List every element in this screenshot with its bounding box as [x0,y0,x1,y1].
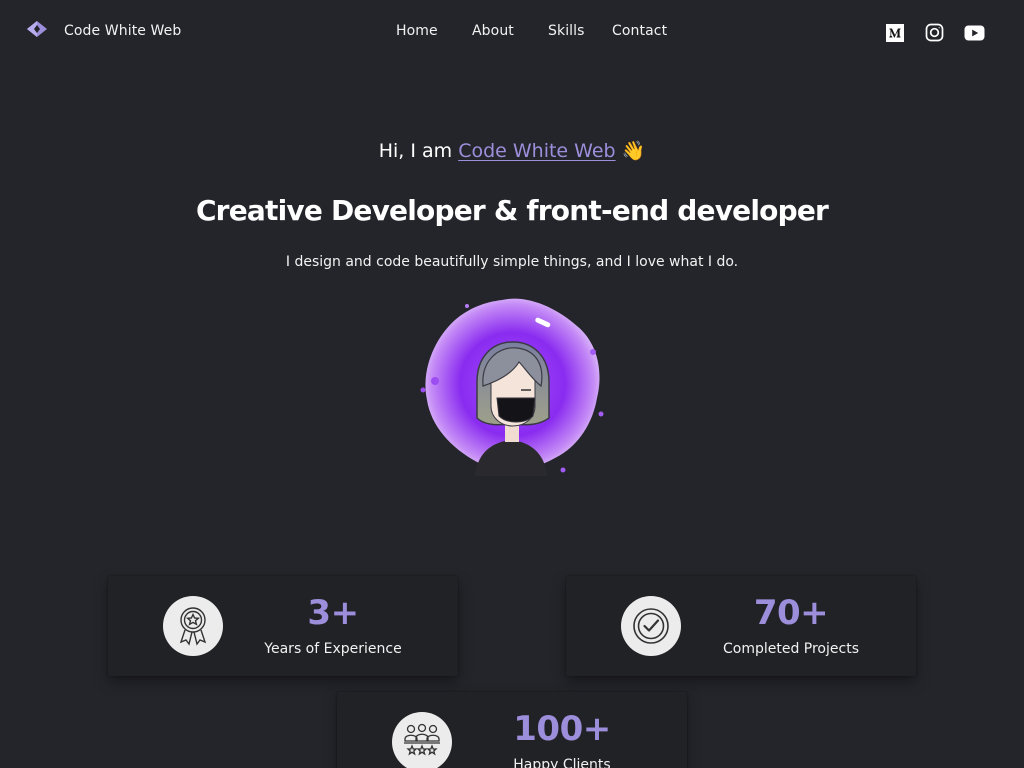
instagram-icon[interactable] [924,22,945,43]
check-circle-icon [621,596,681,656]
youtube-icon[interactable] [964,22,985,43]
wave-emoji: 👋 [621,140,646,162]
nav-about[interactable]: About [472,23,514,39]
site-header: Code White Web Home About Skills Contact [0,0,1024,64]
hero-subtitle: I design and code beautifully simple thi… [285,254,739,270]
stat-card-projects: 70+ Completed Projects [566,576,916,676]
nav-skills[interactable]: Skills [548,23,585,39]
stat-value: 3+ [307,593,359,633]
stat-label: Years of Experience [264,641,402,657]
stat-card-experience: 3+ Years of Experience [108,576,458,676]
stat-value: 70+ [753,593,829,633]
clients-group-icon [392,712,452,768]
stat-label: Completed Projects [722,641,859,657]
greeting-name-link[interactable]: Code White Web [458,140,615,162]
hero-headline: Creative Developer & front-end developer [195,194,829,227]
stat-card-clients: 100+ Happy Clients [337,692,687,768]
medium-icon[interactable] [884,22,905,43]
stat-label: Happy Clients [513,757,611,768]
nav-home[interactable]: Home [396,23,438,39]
hero-greeting: Hi, I am Code White Web 👋 [0,139,1024,162]
avatar-image [407,286,612,481]
award-ribbon-icon [163,596,223,656]
greeting-prefix: Hi, I am [378,140,459,162]
stat-value: 100+ [513,709,611,749]
main-nav: Home About Skills Contact [0,23,1024,43]
nav-contact[interactable]: Contact [612,23,667,39]
